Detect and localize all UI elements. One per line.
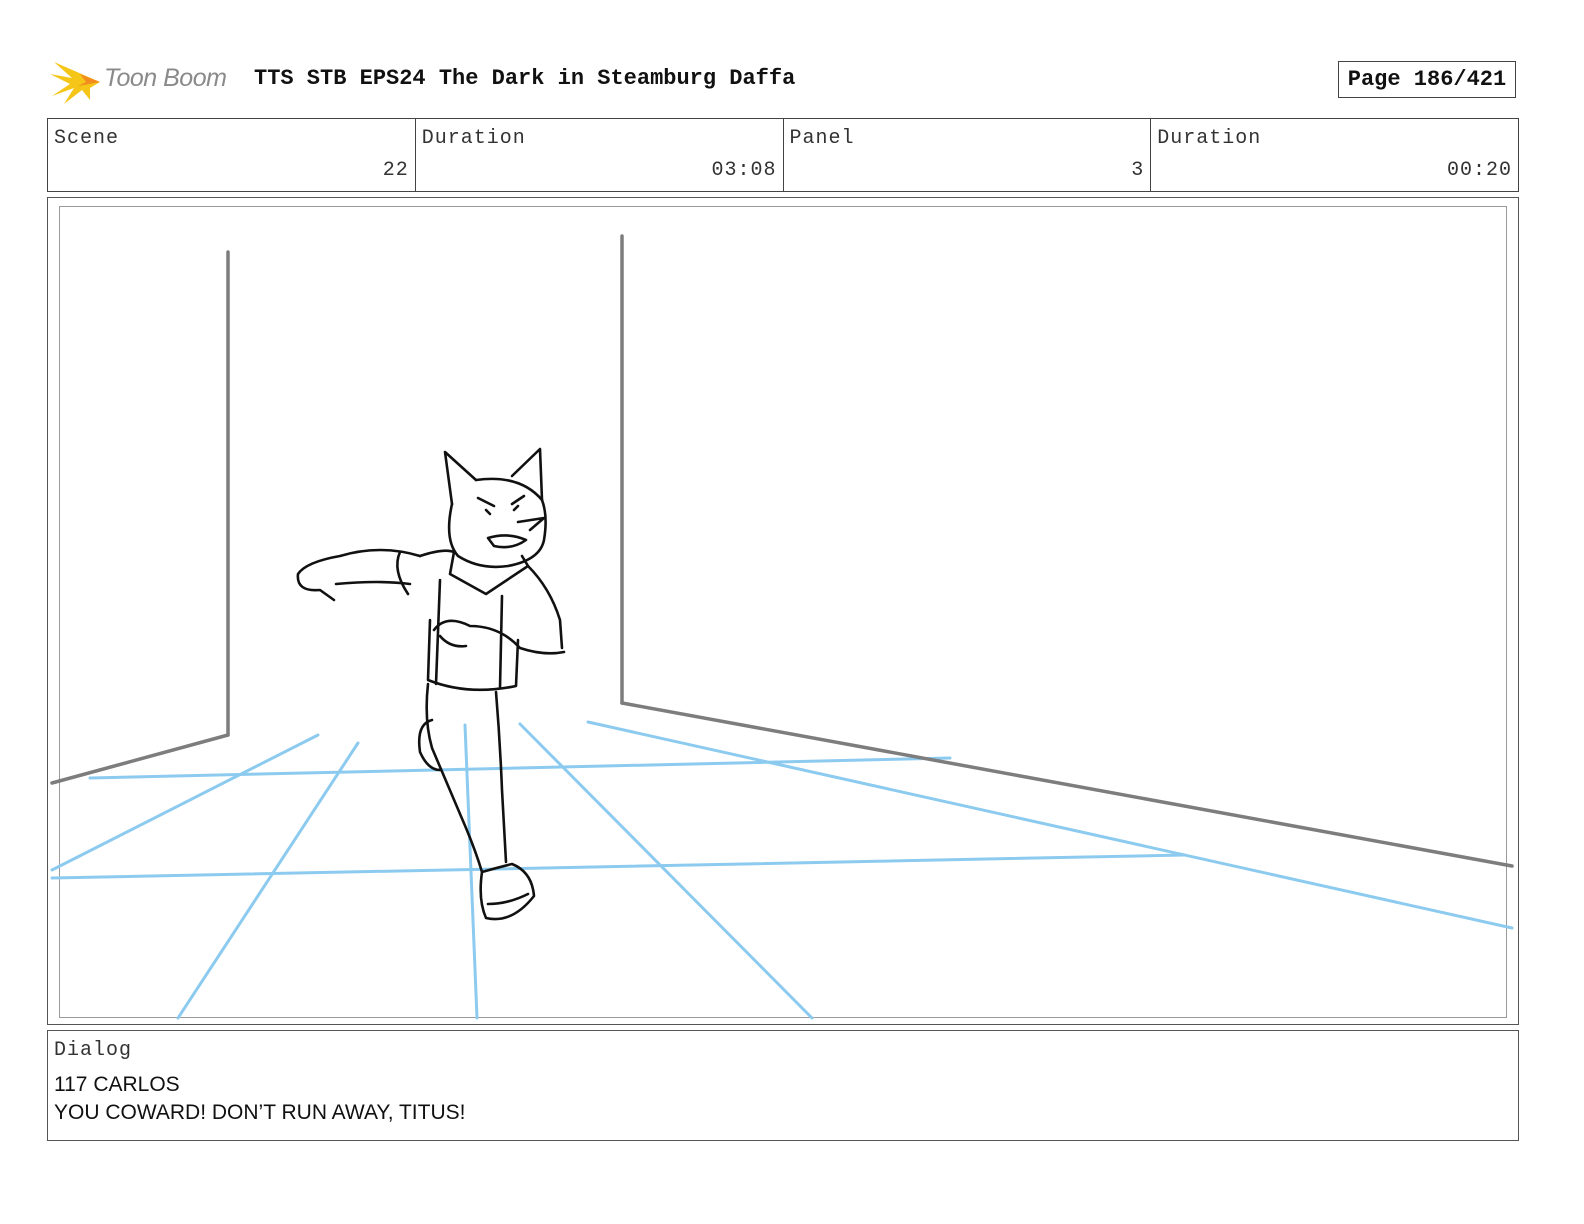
scene-duration-cell: Duration 03:08 bbox=[416, 119, 784, 191]
panel-label: Panel bbox=[789, 127, 855, 150]
panel-info-table: Scene 22 Duration 03:08 Panel 3 Duration… bbox=[47, 118, 1519, 192]
panel-duration-cell: Duration 00:20 bbox=[1151, 119, 1518, 191]
panel-cell: Panel 3 bbox=[784, 119, 1152, 191]
storyboard-panel bbox=[47, 197, 1519, 1025]
page-number: Page 186/421 bbox=[1338, 61, 1516, 98]
scene-value: 22 bbox=[382, 159, 409, 182]
panel-duration-value: 00:20 bbox=[1446, 159, 1512, 182]
dialog-label: Dialog bbox=[54, 1039, 133, 1062]
dialog-speaker-line: 117 CARLOS bbox=[54, 1073, 180, 1096]
panel-duration-label: Duration bbox=[1157, 127, 1262, 150]
document-title: TTS STB EPS24 The Dark in Steamburg Daff… bbox=[254, 66, 796, 91]
scene-duration-value: 03:08 bbox=[711, 159, 777, 182]
scene-cell: Scene 22 bbox=[48, 119, 416, 191]
scene-label: Scene bbox=[54, 127, 120, 150]
panel-value: 3 bbox=[1131, 159, 1145, 182]
scene-duration-label: Duration bbox=[421, 127, 526, 150]
toon-boom-logo: Toon Boom bbox=[50, 56, 240, 106]
dialog-box: Dialog 117 CARLOS YOU COWARD! DON’T RUN … bbox=[47, 1030, 1519, 1141]
dialog-text-line: YOU COWARD! DON’T RUN AWAY, TITUS! bbox=[54, 1101, 466, 1124]
panel-safe-frame bbox=[59, 206, 1507, 1018]
logo-wordmark: Toon Boom bbox=[104, 64, 227, 92]
starburst-icon bbox=[50, 62, 100, 104]
